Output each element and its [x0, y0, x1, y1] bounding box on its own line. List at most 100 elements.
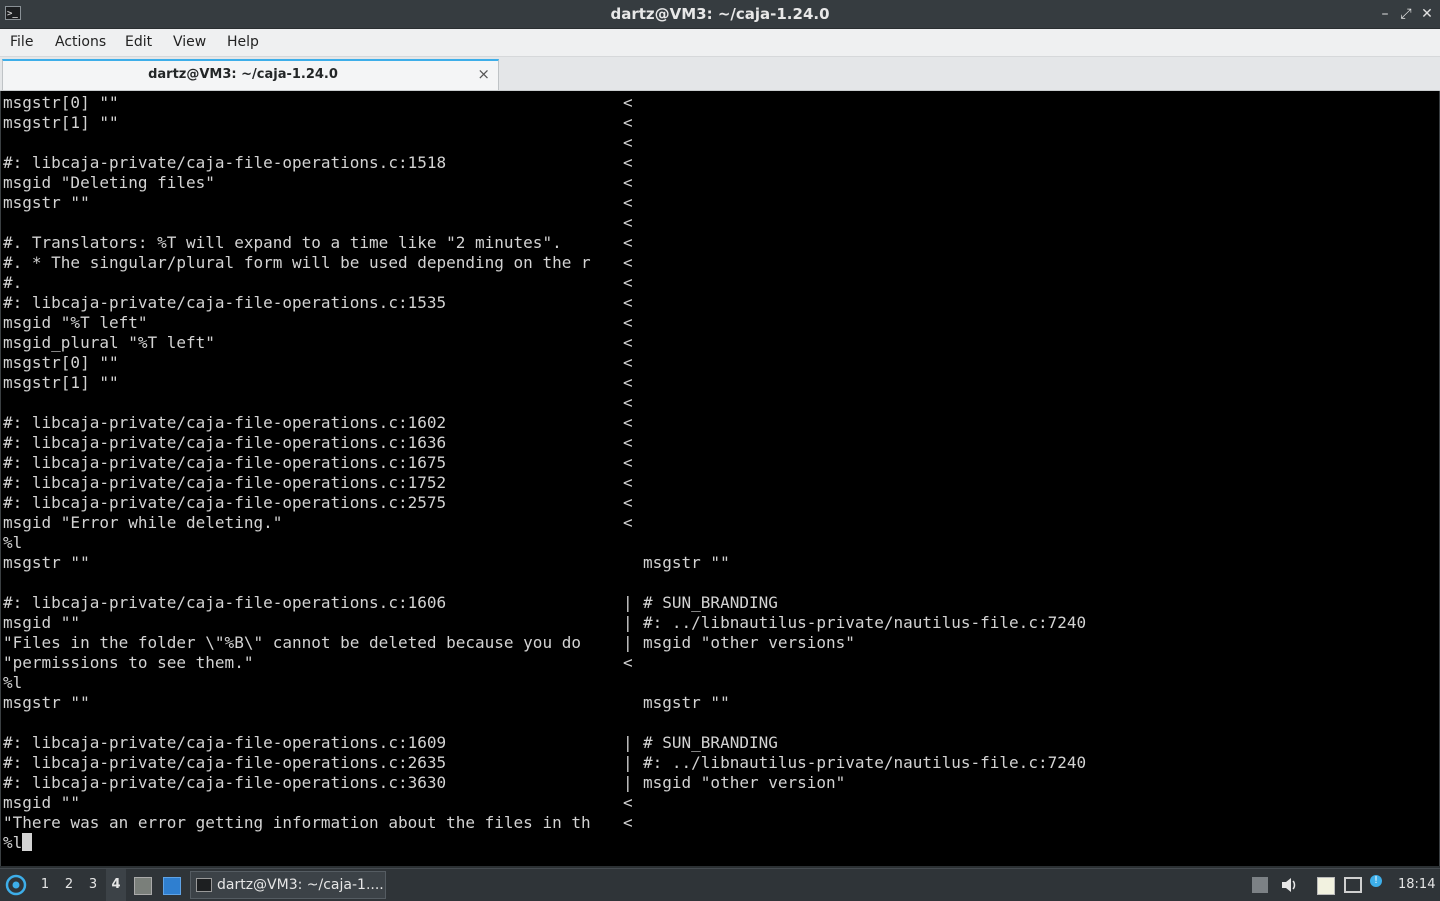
terminal-line: #. * The singular/plural form will be us… [1, 253, 1437, 273]
terminal-line: < [1, 133, 1437, 153]
eject-icon[interactable] [1252, 877, 1268, 893]
terminal-line: #: libcaja-private/caja-file-operations.… [1, 593, 1437, 613]
terminal-line-separator: | [623, 773, 633, 792]
menu-view[interactable]: View [173, 29, 206, 56]
show-desktop-icon[interactable] [163, 877, 181, 895]
terminal-line: msgid "" | #: ../libnautilus-private/nauti… [1, 613, 1437, 633]
terminal-line-separator: < [623, 653, 633, 672]
terminal-line-separator: < [623, 193, 633, 212]
terminal-line-left: #: libcaja-private/caja-file-operations.… [3, 733, 447, 752]
terminal-line-left: msgid "Deleting files" [3, 173, 215, 192]
terminal-line: msgstr "" msgstr "" [1, 553, 1437, 573]
terminal-line-right: #: ../libnautilus-private/nautilus-file.… [643, 613, 1087, 632]
terminal-line: "There was an error getting information … [1, 813, 1437, 833]
terminal-line: #: libcaja-private/caja-file-operations.… [1, 153, 1437, 173]
start-menu-button[interactable] [4, 869, 28, 901]
terminal-tab[interactable]: dartz@VM3: ~/caja-1.24.0 × [2, 59, 499, 90]
menu-edit[interactable]: Edit [125, 29, 152, 56]
terminal-line-separator: < [623, 293, 633, 312]
terminal-line-left: #: libcaja-private/caja-file-operations.… [3, 593, 447, 612]
terminal-line: msgid "" < [1, 793, 1437, 813]
terminal-line: #: libcaja-private/caja-file-operations.… [1, 413, 1437, 433]
terminal-line: msgstr[0] "" < [1, 93, 1437, 113]
terminal-line-separator: < [623, 493, 633, 512]
terminal-line-separator: < [623, 353, 633, 372]
volume-icon[interactable] [1280, 869, 1298, 901]
terminal-line-separator: < [623, 393, 633, 412]
terminal-line-left: msgstr "" [3, 193, 90, 212]
terminal-line: msgid "%T left" < [1, 313, 1437, 333]
terminal-line: #: libcaja-private/caja-file-operations.… [1, 433, 1437, 453]
terminal-line-left: #: libcaja-private/caja-file-operations.… [3, 773, 447, 792]
terminal-line: msgstr "" < [1, 193, 1437, 213]
terminal-line-left: "Files in the folder \"%B\" cannot be de… [3, 633, 581, 652]
workspace-3[interactable]: 3 [83, 869, 103, 901]
terminal-line-left: #. * The singular/plural form will be us… [3, 253, 591, 272]
terminal-line-separator: < [623, 93, 633, 112]
terminal-line: msgstr[1] "" < [1, 373, 1437, 393]
terminal-line-separator: < [623, 173, 633, 192]
terminal-line-left: msgstr[0] "" [3, 353, 119, 372]
terminal-line-left: %l [3, 533, 23, 552]
network-icon[interactable] [1344, 877, 1362, 893]
terminal-line-left: msgstr[0] "" [3, 93, 119, 112]
tab-strip: dartz@VM3: ~/caja-1.24.0 × [0, 57, 1440, 91]
menu-file[interactable]: File [10, 29, 33, 56]
terminal-line-separator: < [623, 133, 633, 152]
terminal-output[interactable]: msgstr[0] "" < msgstr[1] "" < < #: libcaja-pr… [0, 91, 1440, 866]
terminal-line-separator: < [623, 473, 633, 492]
terminal-line-separator: | [623, 593, 633, 612]
terminal-line-left: #: libcaja-private/caja-file-operations.… [3, 433, 447, 452]
terminal-line-right: msgstr "" [643, 553, 730, 572]
workspace-1[interactable]: 1 [35, 869, 55, 901]
terminal-line: msgstr[0] "" < [1, 353, 1437, 373]
terminal-line: #: libcaja-private/caja-file-operations.… [1, 773, 1437, 793]
menu-help[interactable]: Help [227, 29, 259, 56]
terminal-line-left: #. [3, 273, 23, 292]
terminal-line-left: #: libcaja-private/caja-file-operations.… [3, 453, 447, 472]
task-label: dartz@VM3: ~/caja-1.... [217, 877, 384, 893]
tab-label: dartz@VM3: ~/caja-1.24.0 [148, 67, 338, 82]
clock[interactable]: 18:14 [1398, 869, 1438, 901]
terminal-line-left: msgid "%T left" [3, 313, 148, 332]
terminal-line-left: "There was an error getting information … [3, 813, 591, 832]
minimize-button[interactable]: – [1376, 4, 1394, 24]
workspace-4[interactable]: 4 [106, 869, 126, 901]
workspace-2[interactable]: 2 [59, 869, 79, 901]
terminal-line: #. < [1, 273, 1437, 293]
clipboard-icon[interactable] [1317, 877, 1335, 895]
terminal-task-icon [196, 878, 212, 892]
start-menu-icon [5, 874, 27, 896]
terminal-line-right: #: ../libnautilus-private/nautilus-file.… [643, 753, 1087, 772]
terminal-line-separator: < [623, 333, 633, 352]
maximize-button[interactable]: ⤢ [1397, 4, 1415, 24]
terminal-line: %l [1, 833, 1437, 853]
menu-actions[interactable]: Actions [55, 29, 106, 56]
terminal-line: msgid "Deleting files" < [1, 173, 1437, 193]
terminal-line-separator: < [623, 413, 633, 432]
terminal-line-separator: < [623, 153, 633, 172]
terminal-line-right: msgid "other versions" [643, 633, 855, 652]
terminal-line: #: libcaja-private/caja-file-operations.… [1, 473, 1437, 493]
terminal-line-left: #. Translators: %T will expand to a time… [3, 233, 562, 252]
terminal-line: %l [1, 533, 1437, 553]
terminal-line: msgid_plural "%T left" < [1, 333, 1437, 353]
terminal-line-separator: < [623, 433, 633, 452]
notification-icon[interactable]: ! [1370, 875, 1382, 887]
terminal-line: msgstr[1] "" < [1, 113, 1437, 133]
terminal-line-right: msgid "other version" [643, 773, 846, 792]
terminal-line-right: msgstr "" [643, 693, 730, 712]
taskbar-terminal-task[interactable]: dartz@VM3: ~/caja-1.... [190, 871, 386, 899]
window-titlebar[interactable]: >_ dartz@VM3: ~/caja-1.24.0 – ⤢ ✕ [0, 0, 1440, 29]
terminal-line-separator: < [623, 253, 633, 272]
terminal-line-left: msgid_plural "%T left" [3, 333, 215, 352]
tab-close-icon[interactable]: × [477, 61, 490, 88]
terminal-line-left: "permissions to see them." [3, 653, 254, 672]
terminal-line: < [1, 393, 1437, 413]
file-manager-icon[interactable] [134, 877, 152, 895]
terminal-line-separator: < [623, 453, 633, 472]
close-window-button[interactable]: ✕ [1418, 4, 1436, 24]
terminal-line-left: msgstr[1] "" [3, 113, 119, 132]
